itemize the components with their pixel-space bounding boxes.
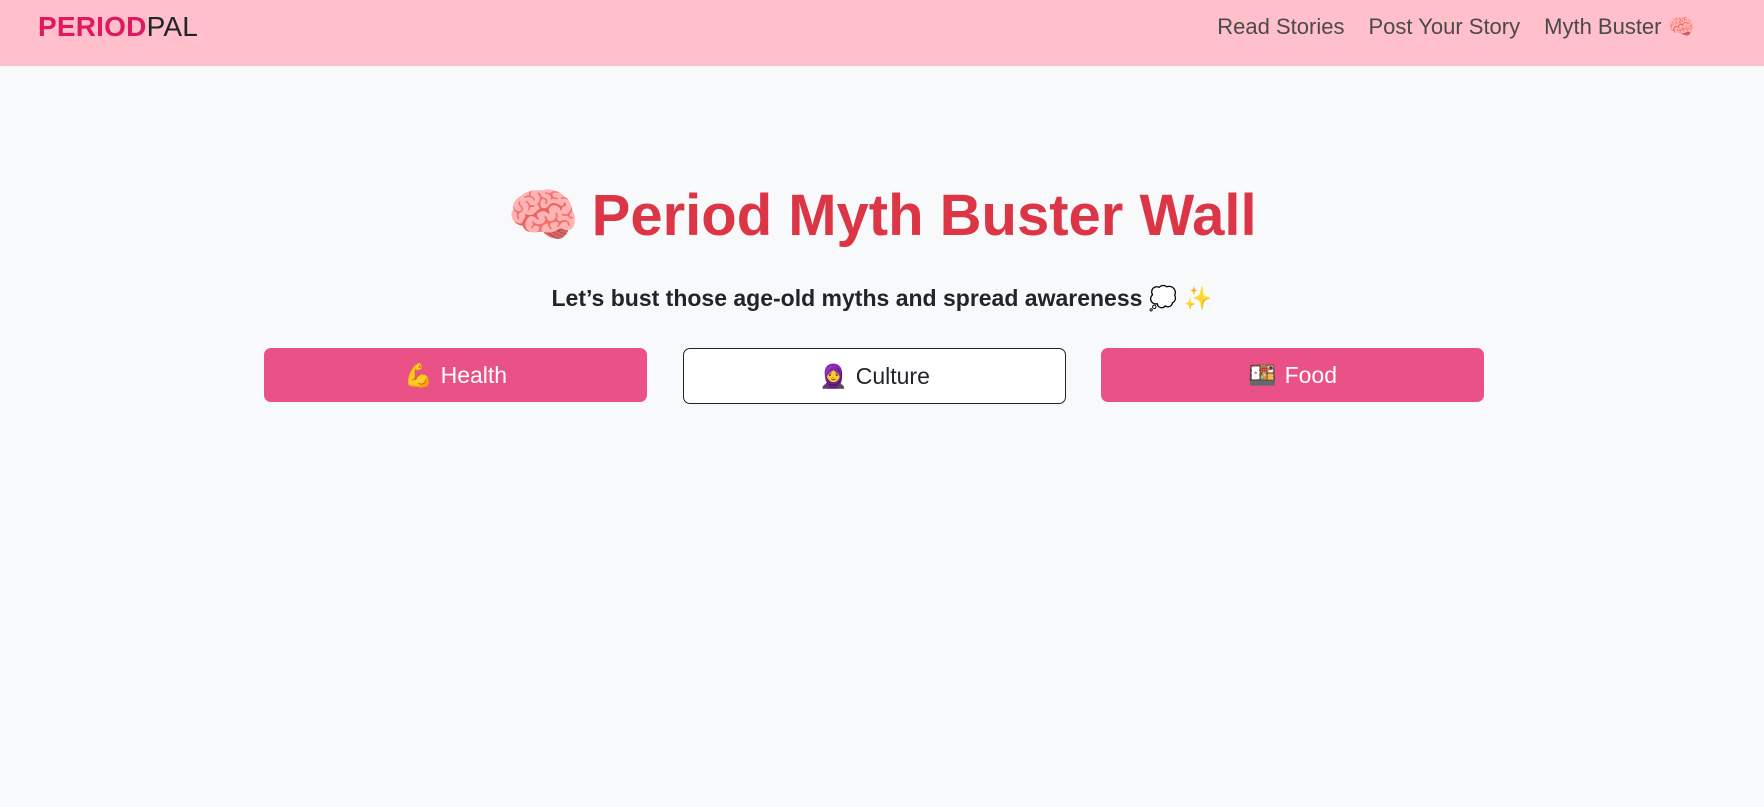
brand-rest-text: PAL <box>146 11 199 42</box>
category-button-food[interactable]: 🍱 Food <box>1101 348 1484 402</box>
category-button-culture[interactable]: 🧕 Culture <box>683 348 1066 404</box>
category-label-health: Health <box>440 361 508 388</box>
bento-box-icon: 🍱 <box>1247 361 1277 388</box>
category-button-health[interactable]: 💪 Health <box>264 348 647 402</box>
brand-logo[interactable]: PERIODPAL <box>38 9 198 45</box>
woman-with-headscarf-icon: 🧕 <box>819 362 848 389</box>
category-label-culture: Culture <box>855 362 930 389</box>
nav-link-read-stories[interactable]: Read Stories <box>1217 11 1344 43</box>
flexed-biceps-icon: 💪 <box>403 361 433 388</box>
brand-accent-text: PERIOD <box>38 11 147 42</box>
hero-section: 🧠 Period Myth Buster Wall <box>0 176 1764 256</box>
top-navbar: PERIODPAL Read Stories Post Your Story M… <box>0 0 1764 66</box>
page-subtitle: Let’s bust those age-old myths and sprea… <box>551 285 1213 311</box>
page-title-text: Period Myth Buster Wall <box>591 183 1257 248</box>
nav-link-post-your-story[interactable]: Post Your Story <box>1368 11 1520 43</box>
nav-links: Read Stories Post Your Story Myth Buster… <box>1217 11 1695 43</box>
brain-icon: 🧠 <box>507 183 580 248</box>
category-label-food: Food <box>1284 361 1338 388</box>
page-title: 🧠 Period Myth Buster Wall <box>0 176 1764 256</box>
nav-link-myth-buster[interactable]: Myth Buster 🧠 <box>1544 11 1695 43</box>
